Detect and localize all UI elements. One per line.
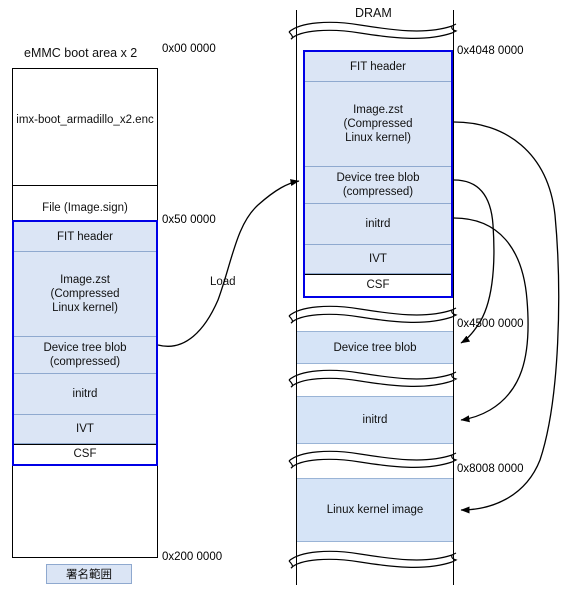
left-fit-row-device-tree-blob: Device tree blob (compressed) xyxy=(14,337,156,374)
left-address-0x50-0000: 0x50 0000 xyxy=(162,214,216,226)
right-fit-row-image-zst: Image.zst (Compressed Linux kernel) xyxy=(305,82,451,167)
dram-region-linux-kernel-image: Linux kernel image xyxy=(297,478,453,542)
load-arrow-label: Load xyxy=(210,276,236,288)
left-address-0x200-0000: 0x200 0000 xyxy=(162,551,223,563)
right-fit-row-fit-header: FIT header xyxy=(305,52,451,82)
left-fit-row-csf: CSF xyxy=(14,444,156,463)
right-fit-row-ivt: IVT xyxy=(305,245,451,274)
right-column-title: DRAM xyxy=(355,6,392,20)
left-address-0x00-0000: 0x00 0000 xyxy=(162,43,216,55)
emmc-section-file-image-sign: File (Image.sign) xyxy=(42,202,128,214)
right-fit-row-initrd: initrd xyxy=(305,204,451,245)
right-address-0x8008-0000: 0x8008 0000 xyxy=(457,463,524,475)
legend-signature-range: 署名範囲 xyxy=(46,564,132,584)
dram-region-device-tree-blob: Device tree blob xyxy=(297,331,453,364)
right-fit-row-csf: CSF xyxy=(305,274,451,295)
decompress-kernel-arrow xyxy=(453,121,560,514)
emmc-divider-1 xyxy=(12,185,158,186)
load-arrow xyxy=(157,179,300,347)
dram-rail-right xyxy=(453,10,454,585)
right-fit-row-device-tree-blob: Device tree blob (compressed) xyxy=(305,167,451,204)
emmc-section-imx-boot: imx-boot_armadillo_x2.enc xyxy=(16,114,154,126)
left-fit-row-initrd: initrd xyxy=(14,374,156,415)
left-signed-fit-image: FIT header Image.zst (Compressed Linux k… xyxy=(12,220,158,466)
left-column-title: eMMC boot area x 2 xyxy=(24,46,138,60)
right-signed-fit-image: FIT header Image.zst (Compressed Linux k… xyxy=(303,50,453,298)
left-fit-row-fit-header: FIT header xyxy=(14,222,156,252)
diagram-canvas: eMMC boot area x 2 imx-boot_armadillo_x2… xyxy=(0,0,574,589)
dram-region-initrd: initrd xyxy=(297,396,453,444)
right-address-0x4048-0000: 0x4048 0000 xyxy=(457,45,524,57)
right-address-0x4500-0000: 0x4500 0000 xyxy=(457,318,524,330)
left-fit-row-image-zst: Image.zst (Compressed Linux kernel) xyxy=(14,252,156,337)
left-fit-row-ivt: IVT xyxy=(14,415,156,444)
